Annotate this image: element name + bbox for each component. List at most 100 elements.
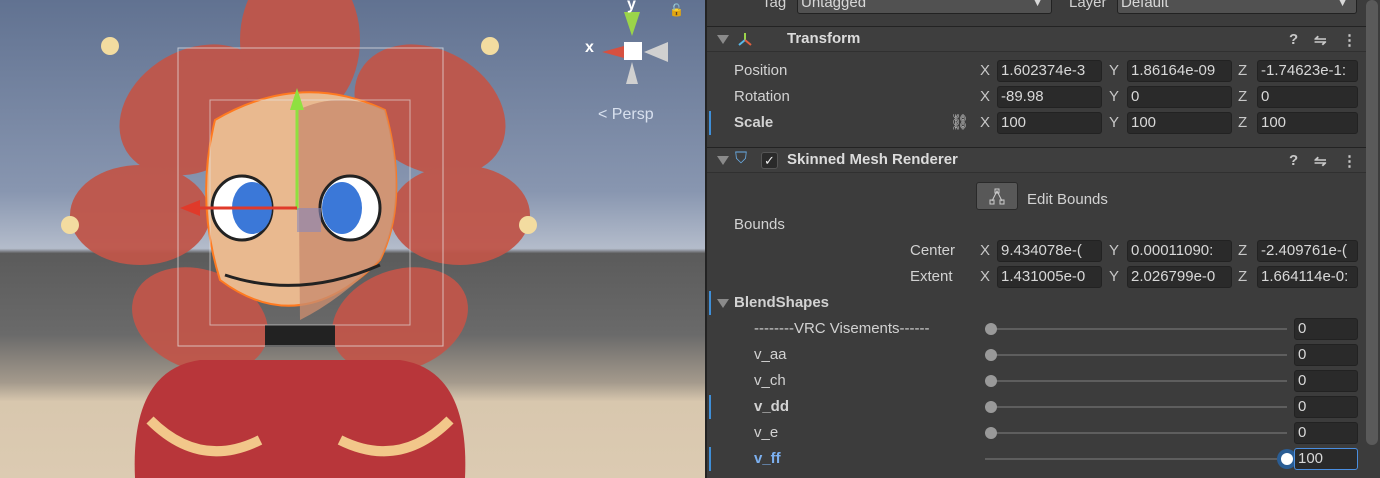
more-options-icon[interactable]: ⋮	[1342, 152, 1357, 170]
chevron-down-icon: ▼	[1032, 0, 1043, 9]
blendshape-name: v_aa	[754, 346, 787, 363]
axis-x-label: X	[980, 242, 991, 259]
axis-z-label: Z	[1238, 88, 1248, 105]
axis-x-label: X	[980, 88, 991, 105]
bounds-label: Bounds	[734, 216, 785, 233]
override-marker	[709, 395, 711, 419]
axis-x-label: X	[980, 62, 991, 79]
slider-handle[interactable]	[985, 427, 997, 439]
slider-handle[interactable]	[985, 401, 997, 413]
rotation-x-field[interactable]: -89.98	[997, 86, 1102, 108]
center-x-field[interactable]: 9.434078e-(	[997, 240, 1102, 262]
axis-y-label: Y	[1109, 62, 1120, 79]
bounds-edit-icon	[989, 188, 1005, 205]
position-label: Position	[734, 62, 788, 79]
extent-x-field[interactable]: 1.431005e-0	[997, 266, 1102, 288]
preset-icon[interactable]: ⇋	[1314, 152, 1327, 170]
blendshape-slider[interactable]	[985, 406, 1287, 408]
blendshape-value-field[interactable]: 100	[1294, 448, 1358, 470]
layer-label: Layer	[1069, 0, 1107, 11]
tag-value: Untagged	[801, 0, 867, 11]
enabled-checkbox[interactable]: ✓	[761, 152, 778, 169]
projection-toggle[interactable]: < Persp	[598, 106, 654, 124]
axis-x-label: X	[980, 114, 991, 131]
blendshape-slider[interactable]	[985, 432, 1287, 434]
scale-label: Scale	[734, 114, 774, 131]
axis-z-label: Z	[1238, 114, 1248, 131]
layer-dropdown[interactable]: Default ▼	[1117, 0, 1357, 14]
axis-x-label: X	[980, 268, 991, 285]
center-label: Center	[910, 242, 956, 259]
extent-y-field[interactable]: 2.026799e-0	[1127, 266, 1232, 288]
blendshape-name: v_dd	[754, 398, 790, 415]
slider-handle[interactable]	[985, 323, 997, 335]
blendshape-slider[interactable]	[985, 458, 1287, 460]
transform-header[interactable]: Transform ? ⇋ ⋮	[707, 26, 1367, 52]
scale-x-field[interactable]: 100	[997, 112, 1102, 134]
position-z-field[interactable]: -1.74623e-1:	[1257, 60, 1358, 82]
edit-bounds-button[interactable]	[976, 182, 1018, 210]
inspector-panel: Tag Untagged ▼ Layer Default ▼ Transform ?…	[705, 0, 1380, 478]
rotation-y-field[interactable]: 0	[1127, 86, 1232, 108]
more-options-icon[interactable]: ⋮	[1342, 31, 1357, 49]
axis-y-label: Y	[1109, 88, 1120, 105]
position-y-field[interactable]: 1.86164e-09	[1127, 60, 1232, 82]
blendshape-slider[interactable]	[985, 380, 1287, 382]
axis-y-label: Y	[1109, 114, 1120, 131]
blendshape-name: --------VRC Visements------	[754, 320, 930, 337]
blendshapes-label: BlendShapes	[734, 294, 830, 311]
axis-z-label: Z	[1238, 242, 1248, 259]
axis-y-label: Y	[1109, 268, 1120, 285]
collapse-triangle-icon[interactable]	[717, 35, 729, 44]
center-z-field[interactable]: -2.409761e-(	[1257, 240, 1358, 262]
slider-handle[interactable]	[1281, 453, 1293, 465]
edit-bounds-label: Edit Bounds	[1027, 191, 1108, 208]
extent-label: Extent	[910, 268, 953, 285]
tag-dropdown[interactable]: Untagged ▼	[797, 0, 1052, 14]
blendshape-name: v_ch	[754, 372, 786, 389]
scale-y-field[interactable]: 100	[1127, 112, 1232, 134]
link-icon[interactable]: ⛓	[950, 113, 969, 131]
blendshapes-foldout-icon[interactable]	[717, 299, 729, 308]
blendshape-value-field[interactable]: 0	[1294, 396, 1358, 418]
override-marker	[709, 447, 711, 471]
blendshape-name: v_e	[754, 424, 779, 441]
projection-label: Persp	[611, 106, 654, 123]
tag-label: Tag	[762, 0, 787, 11]
scale-z-field[interactable]: 100	[1257, 112, 1358, 134]
help-icon[interactable]: ?	[1289, 31, 1298, 48]
rotation-z-field[interactable]: 0	[1257, 86, 1358, 108]
transform-icon	[738, 33, 752, 46]
scene-viewport[interactable]: y x 🔓 < Persp	[0, 0, 705, 478]
help-icon[interactable]: ?	[1289, 152, 1298, 169]
axis-y-label: Y	[1109, 242, 1120, 259]
blendshape-value-field[interactable]: 0	[1294, 344, 1358, 366]
override-marker	[709, 291, 711, 315]
lock-icon[interactable]: 🔓	[669, 3, 684, 17]
gizmo-x-label: x	[585, 39, 594, 56]
blendshape-slider[interactable]	[985, 354, 1287, 356]
gizmo-y-label: y	[627, 0, 636, 13]
position-x-field[interactable]: 1.602374e-3	[997, 60, 1102, 82]
inspector-scrollbar[interactable]	[1366, 0, 1378, 445]
preset-icon[interactable]: ⇋	[1314, 31, 1327, 49]
mesh-renderer-icon: ⛉	[735, 150, 748, 167]
layer-value: Default	[1121, 0, 1169, 11]
blendshape-value-field[interactable]: 0	[1294, 422, 1358, 444]
slider-handle[interactable]	[985, 375, 997, 387]
rotation-label: Rotation	[734, 88, 790, 105]
slider-handle[interactable]	[985, 349, 997, 361]
blendshape-value-field[interactable]: 0	[1294, 370, 1358, 392]
axis-z-label: Z	[1238, 268, 1248, 285]
transform-title: Transform	[787, 30, 861, 47]
skinned-mesh-renderer-title: Skinned Mesh Renderer	[787, 151, 958, 168]
skinned-mesh-renderer-header[interactable]: ⛉ ✓ Skinned Mesh Renderer ? ⇋ ⋮	[707, 147, 1367, 173]
blendshape-value-field[interactable]: 0	[1294, 318, 1358, 340]
center-y-field[interactable]: 0.00011090:	[1127, 240, 1232, 262]
collapse-triangle-icon[interactable]	[717, 156, 729, 165]
blendshape-name: v_ff	[754, 450, 781, 467]
blendshape-slider[interactable]	[985, 328, 1287, 330]
extent-z-field[interactable]: 1.664114e-0:	[1257, 266, 1358, 288]
axis-z-label: Z	[1238, 62, 1248, 79]
override-marker	[709, 111, 711, 135]
